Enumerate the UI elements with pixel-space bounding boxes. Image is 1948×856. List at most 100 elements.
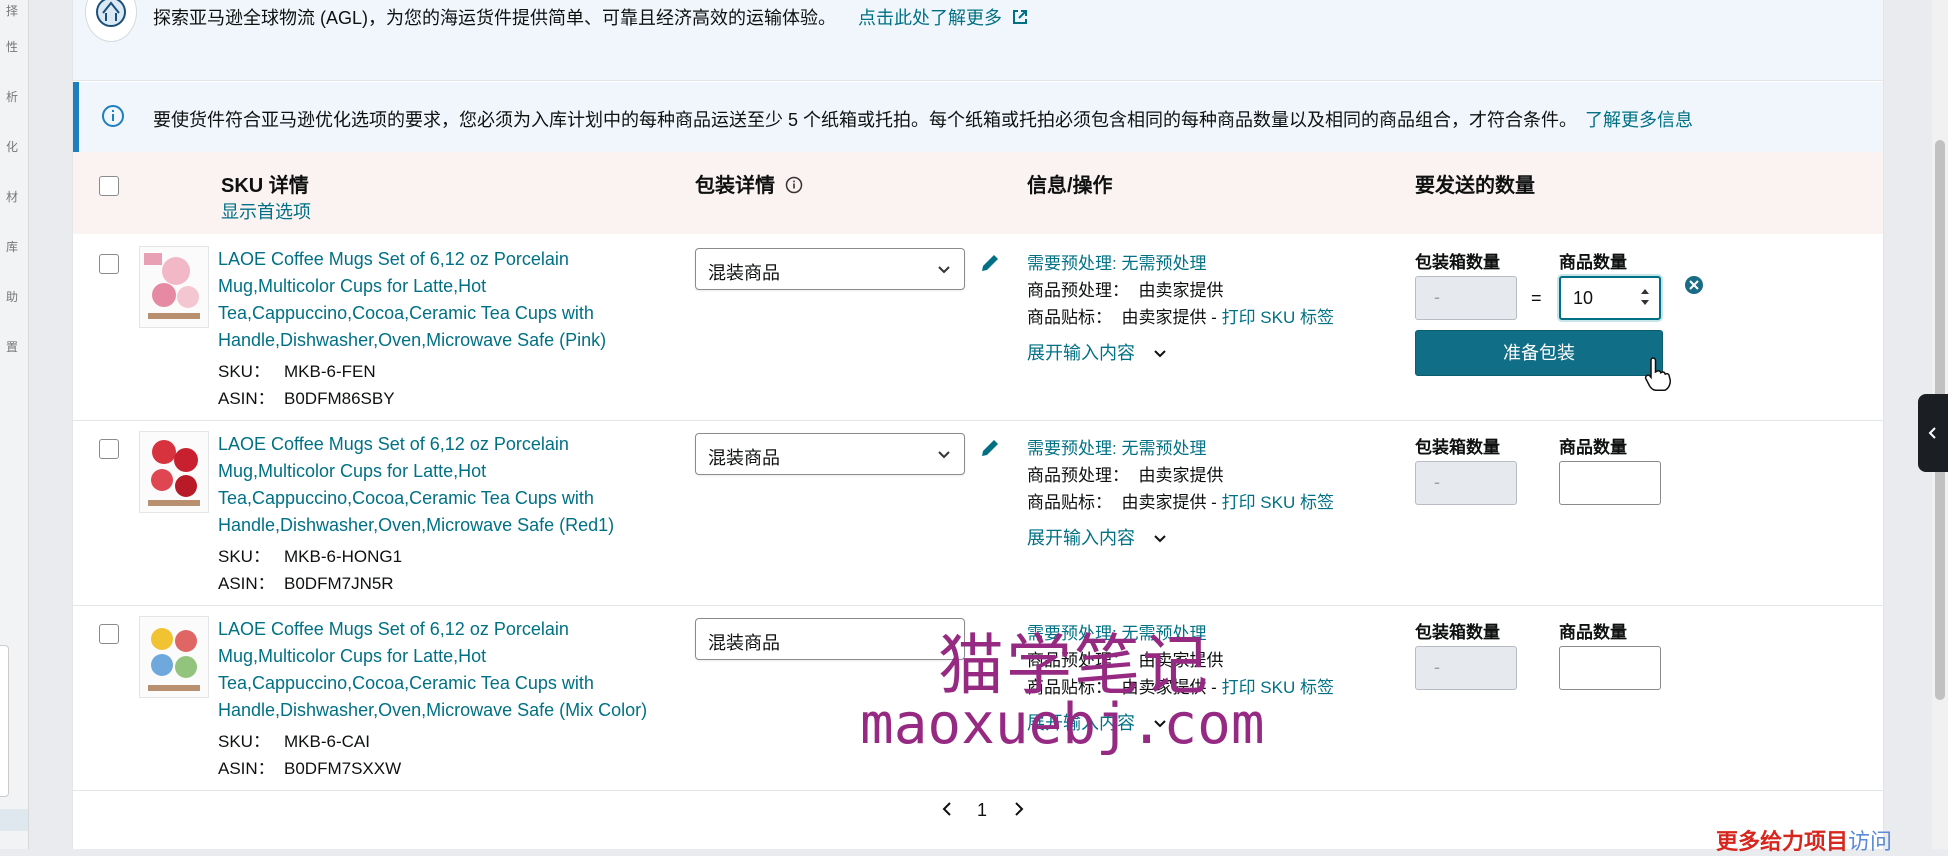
info-icon[interactable] xyxy=(785,176,803,194)
page-number[interactable]: 1 xyxy=(977,800,987,821)
prep-required-text: 需要预处理: 无需预处理 xyxy=(1027,254,1207,273)
edit-pencil-icon[interactable] xyxy=(979,252,1001,274)
sidebar-glyph: 库 xyxy=(5,240,18,254)
label-line: 商品贴标： 由卖家提供 - 打印 SKU 标签 xyxy=(1027,303,1334,328)
chevron-down-icon xyxy=(1154,350,1166,358)
side-panel-toggle[interactable] xyxy=(1918,394,1948,472)
box-count-label: 包装箱数量 xyxy=(1415,623,1500,642)
packing-select[interactable]: 混装商品 xyxy=(695,618,965,660)
prepare-packing-button[interactable]: 准备包装 xyxy=(1415,330,1663,376)
box-count-input[interactable]: - xyxy=(1415,646,1517,690)
pagination: 1 xyxy=(73,790,1883,830)
expand-inputs-toggle[interactable]: 展开输入内容 xyxy=(1027,524,1168,550)
print-sku-label-link[interactable]: 打印 SKU 标签 xyxy=(1222,308,1334,327)
show-preferences-link[interactable]: 显示首选项 xyxy=(221,198,311,224)
sku-label: SKU： xyxy=(218,362,270,381)
sidebar-glyph: 析 xyxy=(5,90,18,104)
sku-line: SKU： MKB-6-HONG1 xyxy=(218,542,402,567)
banner-learn-more-link[interactable]: 点击此处了解更多 xyxy=(858,8,1029,28)
header-sku: SKU 详情 xyxy=(221,175,309,197)
sku-value: MKB-6-HONG1 xyxy=(284,547,403,566)
expand-inputs-toggle[interactable]: 展开输入内容 xyxy=(1027,339,1168,365)
prep-label: 商品预处理： xyxy=(1027,281,1129,300)
product-title-link[interactable]: LAOE Coffee Mugs Set of 6,12 oz Porcelai… xyxy=(218,246,688,354)
sidebar-glyph: 择 xyxy=(5,4,18,18)
left-sidebar: 择 性 析 化 材 库 助 置 xyxy=(0,0,29,849)
row-checkbox[interactable] xyxy=(99,439,119,459)
sku-line: SKU： MKB-6-CAI xyxy=(218,727,370,752)
asin-line: ASIN： B0DFM7JN5R xyxy=(218,569,394,594)
packing-select-value: 混装商品 xyxy=(708,633,780,653)
promo-overlay: 更多给力项目访问 xyxy=(1716,824,1892,856)
unit-count-input[interactable] xyxy=(1559,461,1661,505)
label-value: 由卖家提供 - xyxy=(1121,493,1217,512)
expand-label: 展开输入内容 xyxy=(1027,528,1135,548)
row-checkbox[interactable] xyxy=(99,624,119,644)
watermark-url: maoxuebj.com xyxy=(860,692,1265,757)
sidebar-glyph: 化 xyxy=(5,140,18,154)
chevron-left-icon[interactable] xyxy=(939,800,957,818)
alert-learn-more-link[interactable]: 了解更多信息 xyxy=(1585,110,1693,130)
print-sku-label-link[interactable]: 打印 SKU 标签 xyxy=(1222,493,1334,512)
table-header: SKU 详情 显示首选项 包装详情 信息/操作 要发送的数量 xyxy=(73,152,1883,234)
chevron-down-icon xyxy=(1154,535,1166,543)
packing-select[interactable]: 混装商品 xyxy=(695,248,965,290)
header-info-actions: 信息/操作 xyxy=(1027,175,1113,197)
sku-label: SKU： xyxy=(218,547,270,566)
unit-count-input[interactable] xyxy=(1559,646,1661,690)
prep-line: 商品预处理： 由卖家提供 xyxy=(1027,276,1223,301)
box-count-input[interactable]: - xyxy=(1415,461,1517,505)
header-packing: 包装详情 xyxy=(695,169,803,198)
unit-count-input[interactable]: 10 xyxy=(1559,276,1661,320)
select-all-checkbox[interactable] xyxy=(99,176,119,196)
row-checkbox[interactable] xyxy=(99,254,119,274)
asin-value: B0DFM7JN5R xyxy=(284,574,394,593)
box-count-input[interactable]: - xyxy=(1415,276,1517,320)
table-row: LAOE Coffee Mugs Set of 6,12 oz Porcelai… xyxy=(73,236,1883,421)
box-count-placeholder: - xyxy=(1434,657,1440,677)
agl-banner: 探索亚马逊全球物流 (AGL)，为您的海运货件提供简单、可靠且经济高效的运输体验… xyxy=(73,0,1883,81)
unit-count-label: 商品数量 xyxy=(1559,253,1627,272)
sidebar-glyph: 性 xyxy=(5,40,18,54)
asin-line: ASIN： B0DFM7SXXW xyxy=(218,754,401,779)
promo-red-text: 更多给力项目 xyxy=(1716,829,1849,854)
product-image xyxy=(139,616,209,698)
hand-cursor-icon xyxy=(1644,357,1671,391)
info-alert: 要使货件符合亚马逊优化选项的要求，您必须为入库计划中的每种商品运送至少 5 个纸… xyxy=(73,82,1883,152)
spinner-arrows-icon[interactable] xyxy=(1639,286,1651,308)
info-icon xyxy=(102,105,124,127)
packing-select[interactable]: 混装商品 xyxy=(695,433,965,475)
asin-value: B0DFM7SXXW xyxy=(284,759,402,778)
sidebar-footer xyxy=(0,809,28,831)
chevron-right-icon[interactable] xyxy=(1009,800,1027,818)
product-image xyxy=(139,246,209,328)
banner-message: 探索亚马逊全球物流 (AGL)，为您的海运货件提供简单、可靠且经济高效的运输体验… xyxy=(153,8,837,28)
product-title-link[interactable]: LAOE Coffee Mugs Set of 6,12 oz Porcelai… xyxy=(218,616,688,724)
external-link-icon xyxy=(1013,10,1028,24)
header-quantity: 要发送的数量 xyxy=(1415,175,1535,197)
unit-count-label: 商品数量 xyxy=(1559,438,1627,457)
clear-icon[interactable] xyxy=(1683,274,1705,296)
alert-message: 要使货件符合亚马逊优化选项的要求，您必须为入库计划中的每种商品运送至少 5 个纸… xyxy=(153,110,1578,130)
prep-required-link[interactable]: 需要预处理: 无需预处理 xyxy=(1027,249,1206,274)
asin-label: ASIN： xyxy=(218,389,275,408)
promo-blue-text: 访问 xyxy=(1848,829,1893,854)
asin-line: ASIN： B0DFM86SBY xyxy=(218,384,395,409)
box-count-placeholder: - xyxy=(1434,287,1440,307)
product-image xyxy=(139,431,209,513)
packing-select-value: 混装商品 xyxy=(708,448,780,468)
sidebar-glyph: 助 xyxy=(5,290,18,304)
expand-label: 展开输入内容 xyxy=(1027,343,1135,363)
sku-line: SKU： MKB-6-FEN xyxy=(218,357,376,382)
box-count-placeholder: - xyxy=(1434,472,1440,492)
header-packing-label: 包装详情 xyxy=(695,175,775,197)
equals-sign: = xyxy=(1531,288,1542,308)
sku-value: MKB-6-CAI xyxy=(284,732,370,751)
packing-select-value: 混装商品 xyxy=(708,263,780,283)
product-title-link[interactable]: LAOE Coffee Mugs Set of 6,12 oz Porcelai… xyxy=(218,431,688,539)
prep-required-link[interactable]: 需要预处理: 无需预处理 xyxy=(1027,434,1206,459)
alert-text: 要使货件符合亚马逊优化选项的要求，您必须为入库计划中的每种商品运送至少 5 个纸… xyxy=(153,106,1693,132)
box-count-label: 包装箱数量 xyxy=(1415,253,1500,272)
unit-count-label: 商品数量 xyxy=(1559,623,1627,642)
edit-pencil-icon[interactable] xyxy=(979,437,1001,459)
